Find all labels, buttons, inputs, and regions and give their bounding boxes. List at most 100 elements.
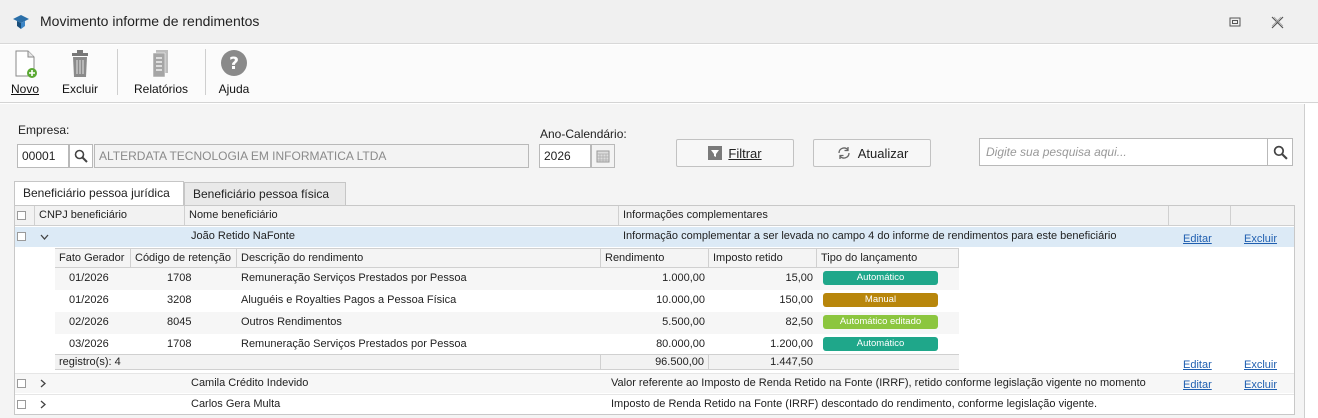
row-checkbox[interactable] <box>17 232 26 241</box>
window-title: Movimento informe de rendimentos <box>40 13 260 29</box>
col-codigo-retencao[interactable]: Código de retenção <box>131 249 237 267</box>
refresh-icon <box>838 147 850 159</box>
new-document-icon <box>15 50 37 78</box>
status-badge: Manual <box>823 293 938 307</box>
col-cnpj[interactable]: CNPJ beneficiário <box>35 206 185 225</box>
empresa-code-input[interactable]: 00001 <box>17 144 69 168</box>
col-imposto-retido[interactable]: Imposto retido <box>709 249 817 267</box>
excluir-link[interactable]: Excluir <box>1244 359 1277 371</box>
col-fato-gerador[interactable]: Fato Gerador <box>55 249 131 267</box>
col-excluir <box>1231 206 1294 225</box>
detail-descricao: Outros Rendimentos <box>241 316 342 328</box>
status-badge: Automático <box>823 271 938 285</box>
app-logo-icon <box>13 15 29 29</box>
ajuda-button[interactable]: ? Ajuda <box>214 49 254 101</box>
detail-row[interactable]: 02/2026 8045 Outros Rendimentos 5.500,00… <box>55 312 959 334</box>
filtrar-label: Filtrar <box>728 145 762 161</box>
novo-button[interactable]: Novo <box>8 49 42 101</box>
svg-text:?: ? <box>229 54 239 74</box>
toolbar-separator <box>117 49 118 95</box>
row-checkbox[interactable] <box>17 379 26 388</box>
calendar-icon <box>596 150 610 163</box>
trash-icon <box>72 50 88 77</box>
excluir-button[interactable]: Excluir <box>58 49 102 101</box>
filtrar-button[interactable]: Filtrar <box>676 139 794 167</box>
row-info: Imposto de Renda Retido na Fonte (IRRF) … <box>611 398 1098 410</box>
detail-imposto: 150,00 <box>779 294 813 306</box>
detail-row[interactable]: 03/2026 1708 Remuneração Serviços Presta… <box>55 334 959 356</box>
detail-imposto: 15,00 <box>785 272 813 284</box>
select-all-checkbox[interactable] <box>17 211 26 220</box>
select-all-cell <box>15 206 35 225</box>
status-badge: Automático <box>823 337 938 351</box>
row-nome: João Retido NaFonte <box>191 230 295 242</box>
row-checkbox[interactable] <box>17 400 26 409</box>
search-input[interactable]: Digite sua pesquisa aqui... <box>979 138 1268 166</box>
excluir-link[interactable]: Excluir <box>1244 379 1277 391</box>
ano-calendario-input[interactable]: 2026 <box>539 144 591 168</box>
chevron-right-icon[interactable] <box>40 400 46 409</box>
novo-label: Novo <box>10 82 39 96</box>
chevron-right-icon[interactable] <box>40 379 46 388</box>
close-icon <box>1271 16 1283 28</box>
empresa-search-button[interactable] <box>69 144 93 168</box>
close-button[interactable] <box>1266 11 1288 33</box>
editar-link[interactable]: Editar <box>1183 233 1212 245</box>
detail-codigo: 3208 <box>167 294 192 306</box>
detail-descricao: Remuneração Serviços Prestados por Pesso… <box>241 272 467 284</box>
col-editar <box>1169 206 1231 225</box>
detail-codigo: 1708 <box>167 272 192 284</box>
reports-icon <box>152 50 168 78</box>
col-descricao[interactable]: Descrição do rendimento <box>237 249 601 267</box>
table-row[interactable]: Carlos Gera Multa Imposto de Renda Retid… <box>15 394 1294 414</box>
detail-rendimento: 1.000,00 <box>662 272 705 284</box>
restore-button[interactable] <box>1224 11 1246 33</box>
help-icon: ? <box>221 50 247 76</box>
col-tipo-lancamento[interactable]: Tipo do lançamento <box>817 249 959 267</box>
grid-header: CNPJ beneficiário Nome beneficiário Info… <box>15 206 1294 226</box>
ano-calendario-label: Ano-Calendário: <box>540 127 627 141</box>
relatorios-label: Relatórios <box>133 82 189 96</box>
detail-fato: 01/2026 <box>69 294 109 306</box>
restore-icon <box>1229 17 1241 27</box>
editar-link[interactable]: Editar <box>1183 379 1212 391</box>
detail-fato: 01/2026 <box>69 272 109 284</box>
expanded-row-actions: Editar Excluir <box>15 356 1294 374</box>
tab-pessoa-juridica[interactable]: Beneficiário pessoa jurídica <box>14 181 184 206</box>
relatorios-button[interactable]: Relatórios <box>128 49 194 101</box>
col-rendimento[interactable]: Rendimento <box>601 249 709 267</box>
filter-icon <box>708 146 723 160</box>
chevron-down-icon[interactable] <box>40 234 49 240</box>
atualizar-button[interactable]: Atualizar <box>813 139 931 167</box>
tab-pessoa-fisica[interactable]: Beneficiário pessoa física <box>184 182 346 206</box>
detail-row[interactable]: 01/2026 1708 Remuneração Serviços Presta… <box>55 268 959 290</box>
detail-imposto: 82,50 <box>785 316 813 328</box>
col-nome[interactable]: Nome beneficiário <box>185 206 619 225</box>
row-info: Valor referente ao Imposto de Renda Reti… <box>611 377 1146 389</box>
calendar-button[interactable] <box>591 144 615 168</box>
detail-rendimento: 5.500,00 <box>662 316 705 328</box>
detail-rendimento: 10.000,00 <box>656 294 705 306</box>
detail-header: Fato Gerador Código de retenção Descriçã… <box>55 248 959 268</box>
col-info[interactable]: Informações complementares <box>619 206 1169 225</box>
table-row[interactable]: Camila Crédito Indevido Valor referente … <box>15 373 1294 393</box>
status-badge: Automático editado <box>823 315 938 329</box>
search-icon <box>74 149 88 163</box>
beneficiarios-grid: CNPJ beneficiário Nome beneficiário Info… <box>14 205 1295 415</box>
title-bar: Movimento informe de rendimentos <box>0 0 1318 44</box>
row-nome: Camila Crédito Indevido <box>191 377 309 389</box>
search-icon <box>1273 145 1288 160</box>
search-placeholder: Digite sua pesquisa aqui... <box>986 145 1127 159</box>
editar-link[interactable]: Editar <box>1183 359 1212 371</box>
toolbar-separator <box>205 49 206 95</box>
table-row[interactable]: João Retido NaFonte Informação complemen… <box>15 227 1294 247</box>
ajuda-label: Ajuda <box>218 82 250 96</box>
search-button[interactable] <box>1267 138 1293 166</box>
toolbar: Novo Excluir Relatórios ? Ajuda <box>0 45 1318 103</box>
detail-row[interactable]: 01/2026 3208 Aluguéis e Royalties Pagos … <box>55 290 959 312</box>
excluir-label: Excluir <box>61 82 98 96</box>
empresa-name-field: ALTERDATA TECNOLOGIA EM INFORMATICA LTDA <box>94 144 529 168</box>
excluir-link[interactable]: Excluir <box>1244 233 1277 245</box>
row-nome: Carlos Gera Multa <box>191 398 281 410</box>
row-info: Informação complementar a ser levada no … <box>623 230 1117 242</box>
